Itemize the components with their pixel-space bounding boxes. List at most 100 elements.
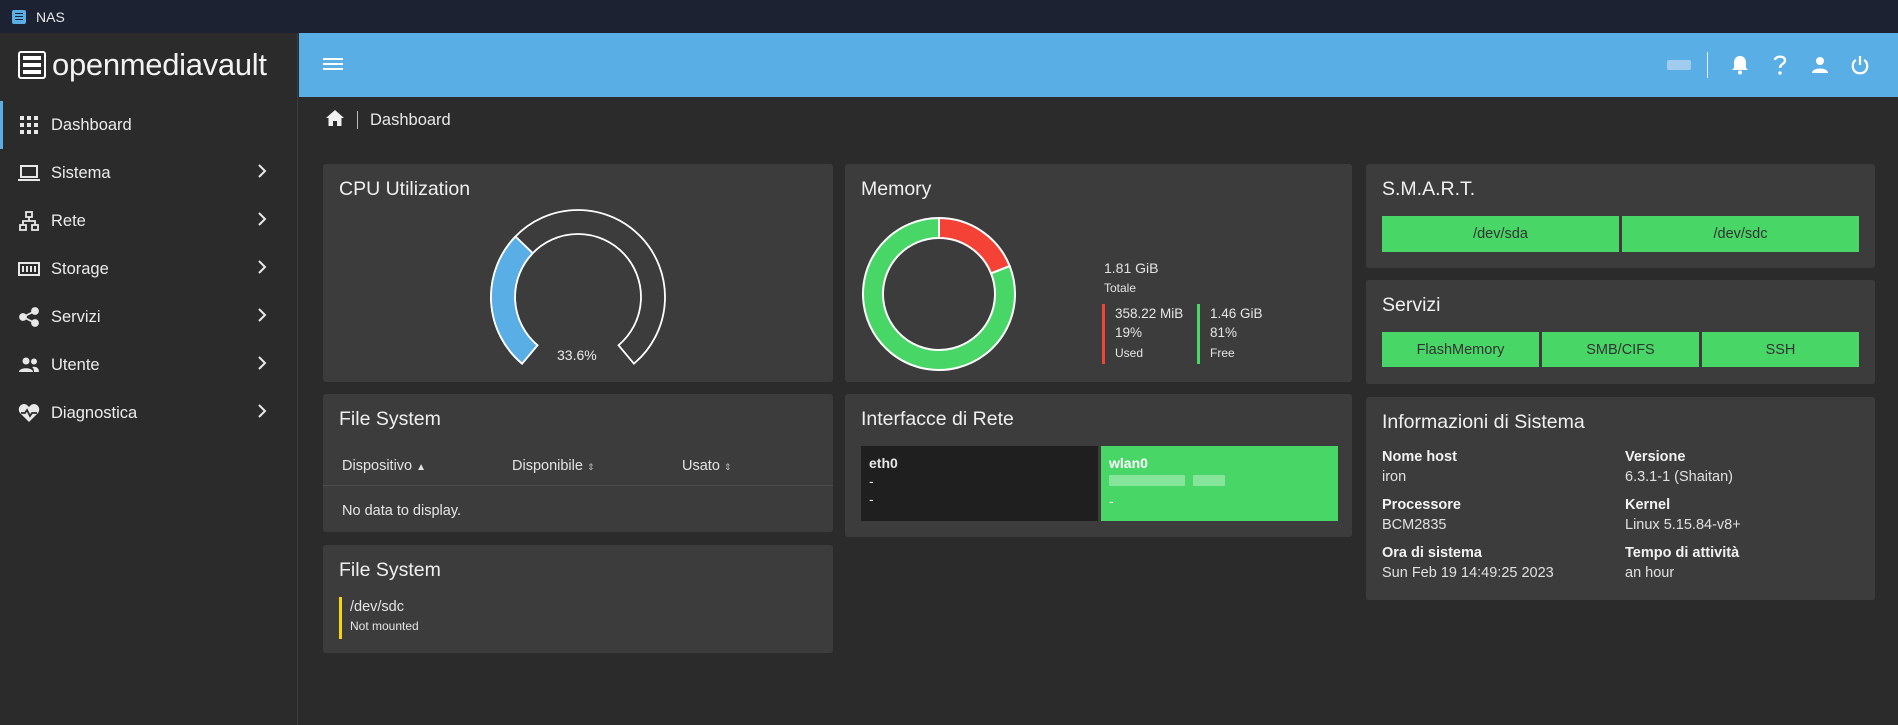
interface-address-redacted — [1109, 471, 1338, 489]
share-icon — [18, 306, 40, 328]
system-info-card: Informazioni di Sistema Nome host iron V… — [1366, 397, 1875, 600]
sidebar-item-label: Diagnostica — [51, 403, 138, 422]
sysinfo-system-time: Ora di sistema Sun Feb 19 14:49:25 2023 — [1382, 543, 1554, 583]
sysinfo-kernel: Kernel Linux 5.15.84-v8+ — [1625, 495, 1741, 535]
user-menu-button[interactable] — [1800, 49, 1840, 81]
sidebar-item-storage[interactable]: Storage — [0, 245, 297, 293]
memory-card: Memory 1.81 GiB Totale 358.22 MiB 19% Us… — [845, 164, 1352, 382]
sidebar-item-servizi[interactable]: Servizi — [0, 293, 297, 341]
card-title: Servizi — [1382, 294, 1441, 316]
memory-donut-chart — [862, 216, 1016, 371]
help-button[interactable] — [1760, 49, 1800, 81]
memory-used-column: 358.22 MiB 19% Used — [1102, 304, 1183, 364]
sort-asc-icon: ▲ — [416, 462, 427, 473]
storage-icon — [18, 258, 40, 280]
card-title: Interfacce di Rete — [861, 408, 1014, 430]
service-flashmemory[interactable]: FlashMemory — [1382, 332, 1539, 367]
sysinfo-value: 6.3.1-1 (Shaitan) — [1625, 469, 1734, 485]
sidebar-item-utente[interactable]: Utente — [0, 341, 297, 389]
cpu-utilization-card: CPU Utilization 33.6% — [323, 164, 833, 382]
sysinfo-version: Versione 6.3.1-1 (Shaitan) — [1625, 447, 1733, 487]
interface-eth0[interactable]: eth0 - - — [861, 446, 1098, 521]
app-icon — [12, 9, 26, 24]
smart-device-sdc[interactable]: /dev/sdc — [1622, 216, 1859, 252]
window-title: NAS — [36, 8, 65, 25]
service-smb-cifs[interactable]: SMB/CIFS — [1542, 332, 1699, 367]
bell-icon — [1732, 56, 1748, 75]
sidebar-item-sistema[interactable]: Sistema — [0, 149, 297, 197]
memory-free-percent: 81% — [1210, 325, 1238, 340]
brand-name: openmediavault — [52, 47, 267, 82]
sidebar: openmediavault Dashboard Sistema Rete St… — [0, 33, 298, 725]
menu-toggle-button[interactable] — [323, 55, 345, 75]
power-button[interactable] — [1840, 49, 1880, 81]
network-interfaces-card: Interfacce di Rete eth0 - - wlan0 - — [845, 394, 1352, 537]
toolbar-actions — [1667, 49, 1880, 81]
memory-used-percent: 19% — [1115, 325, 1143, 340]
empty-table-message: No data to display. — [342, 503, 462, 519]
cpu-value-label: 33.6% — [557, 347, 597, 363]
openmediavault-logo-icon — [18, 51, 46, 79]
toolbar-divider — [1707, 52, 1708, 78]
brand-logo[interactable]: openmediavault — [0, 33, 297, 97]
window-titlebar: NAS — [0, 0, 1898, 33]
status-indicator[interactable] — [1667, 60, 1691, 70]
column-header-usato[interactable]: Usato ⇕ — [682, 458, 731, 474]
sidebar-item-label: Rete — [51, 211, 86, 230]
card-title: File System — [339, 559, 441, 581]
sysinfo-key: Tempo di attività — [1625, 545, 1740, 561]
breadcrumb-current: Dashboard — [370, 110, 451, 129]
sidebar-item-label: Utente — [51, 355, 100, 374]
users-icon — [18, 354, 40, 376]
sidebar-item-rete[interactable]: Rete — [0, 197, 297, 245]
filesystem-table-card: File System Dispositivo ▲ Disponibile ⇕ … — [323, 394, 833, 532]
filesystem-status-card: File System /dev/sdc Not mounted — [323, 545, 833, 653]
grid-icon — [18, 114, 40, 136]
power-icon — [1851, 56, 1869, 75]
sort-icon: ⇕ — [586, 462, 595, 472]
help-icon — [1773, 55, 1787, 75]
service-ssh[interactable]: SSH — [1702, 332, 1859, 367]
laptop-icon — [18, 162, 40, 184]
sysinfo-value: Linux 5.15.84-v8+ — [1625, 517, 1741, 533]
sysinfo-processor: Processore BCM2835 — [1382, 495, 1461, 535]
sysinfo-value: an hour — [1625, 565, 1675, 581]
breadcrumb: Dashboard — [325, 107, 451, 133]
top-toolbar — [299, 33, 1898, 97]
smart-device-sda[interactable]: /dev/sda — [1382, 216, 1619, 252]
interface-speed: - — [1109, 493, 1114, 509]
sysinfo-value: iron — [1382, 469, 1407, 485]
memory-total-value: 1.81 GiB — [1104, 260, 1159, 276]
interface-speed: - — [869, 491, 874, 507]
sysinfo-key: Versione — [1625, 449, 1686, 465]
notifications-button[interactable] — [1720, 49, 1760, 81]
card-title: File System — [339, 408, 441, 430]
filesystem-status-item[interactable]: /dev/sdc Not mounted — [339, 597, 419, 639]
sysinfo-value: BCM2835 — [1382, 517, 1447, 533]
memory-used-slice — [938, 216, 1011, 275]
chevron-right-icon — [257, 259, 267, 280]
sysinfo-hostname: Nome host iron — [1382, 447, 1457, 487]
services-card: Servizi FlashMemory SMB/CIFS SSH — [1366, 280, 1875, 384]
column-header-dispositivo[interactable]: Dispositivo ▲ — [342, 458, 426, 474]
network-icon — [18, 210, 40, 232]
memory-total-label: Totale — [1104, 281, 1137, 295]
sidebar-item-diagnostica[interactable]: Diagnostica — [0, 389, 297, 437]
filesystem-device: /dev/sdc — [350, 599, 404, 615]
column-header-disponibile[interactable]: Disponibile ⇕ — [512, 458, 595, 474]
user-icon — [1812, 57, 1828, 73]
sidebar-item-label: Sistema — [51, 163, 111, 182]
smart-card: S.M.A.R.T. /dev/sda /dev/sdc — [1366, 164, 1875, 268]
memory-free-value: 1.46 GiB — [1210, 306, 1263, 321]
cpu-gauge-fill — [490, 235, 539, 365]
sysinfo-key: Kernel — [1625, 497, 1671, 513]
memory-used-value: 358.22 MiB — [1115, 306, 1184, 321]
home-icon[interactable] — [325, 109, 345, 132]
sidebar-item-label: Servizi — [51, 307, 101, 326]
sidebar-item-dashboard[interactable]: Dashboard — [0, 101, 297, 149]
memory-free-column: 1.46 GiB 81% Free — [1197, 304, 1263, 364]
sysinfo-uptime: Tempo di attività an hour — [1625, 543, 1739, 583]
chevron-right-icon — [257, 211, 267, 232]
interface-wlan0[interactable]: wlan0 - — [1101, 446, 1338, 521]
sysinfo-key: Nome host — [1382, 449, 1457, 465]
